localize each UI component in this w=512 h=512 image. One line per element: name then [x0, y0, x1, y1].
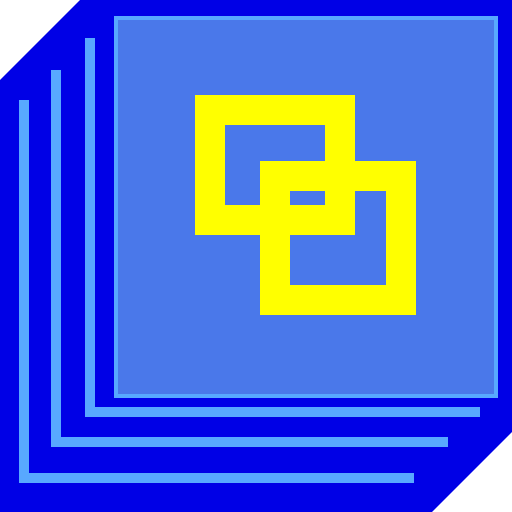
stacked-pages-icon: [0, 0, 512, 512]
app-icon: [0, 0, 512, 512]
